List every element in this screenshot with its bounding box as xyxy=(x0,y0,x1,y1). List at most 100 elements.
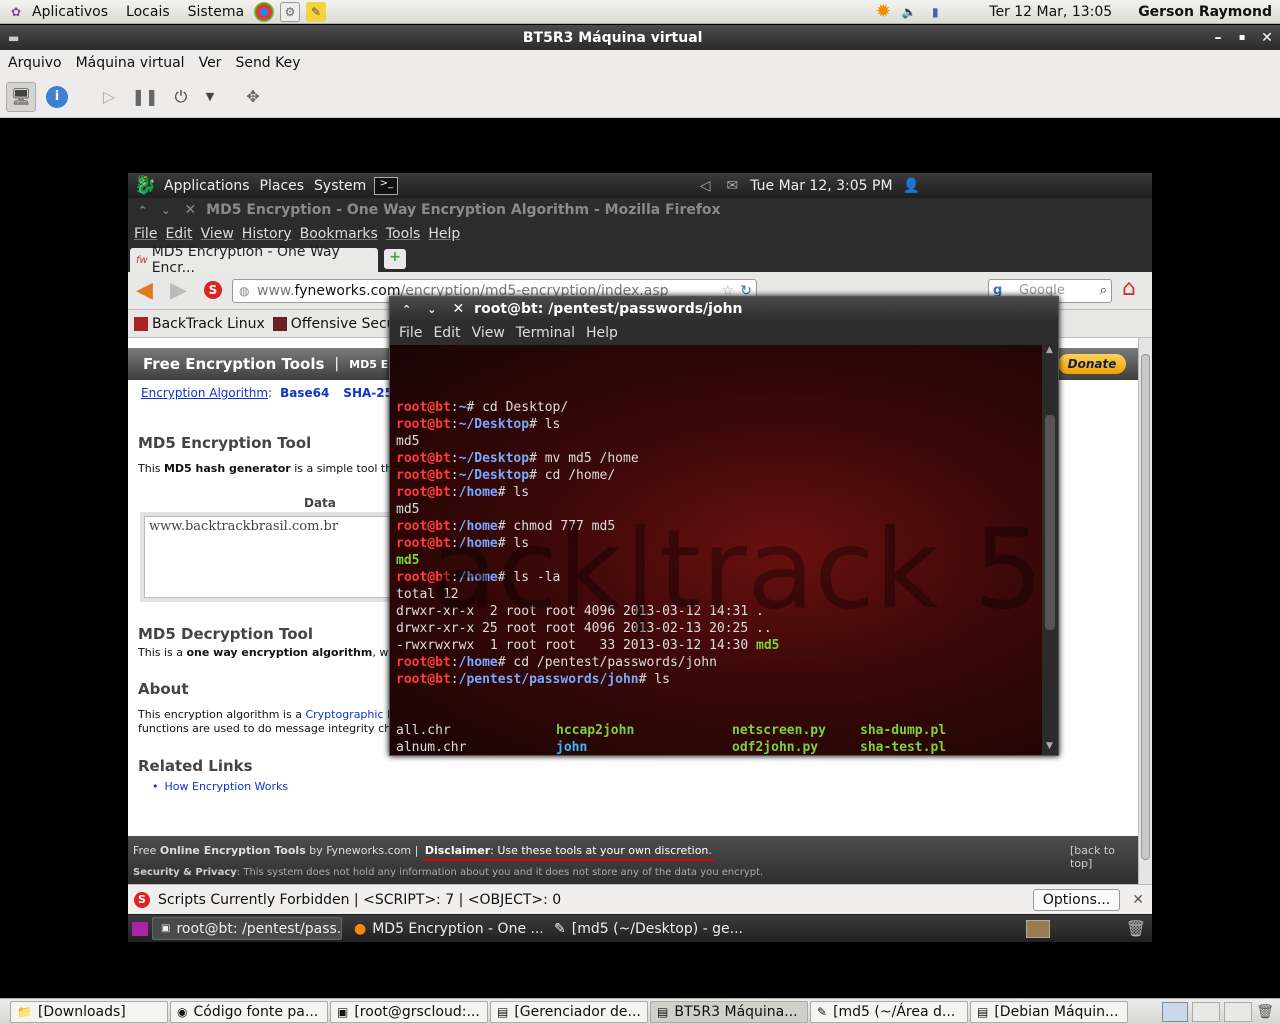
ff-menu-edit[interactable]: Edit xyxy=(165,226,192,242)
how-encryption-works-link[interactable]: How Encryption Works xyxy=(165,780,289,793)
vm-menu-sendkey[interactable]: Send Key xyxy=(235,55,300,71)
site-identity-icon[interactable]: ◍ xyxy=(239,280,249,302)
host-task-button[interactable]: ▣ [root@grscloud:... xyxy=(330,1000,488,1023)
ff-titlebar-down-icon[interactable]: ⌄ xyxy=(161,204,170,217)
donate-button[interactable]: Donate xyxy=(1058,354,1126,374)
home-icon[interactable]: ⌂ xyxy=(1122,276,1136,301)
noscript-close-icon[interactable]: ✕ xyxy=(1132,892,1144,908)
guest-menu-system[interactable]: System xyxy=(314,178,366,194)
ff-titlebar-up-icon[interactable]: ⌃ xyxy=(138,204,147,217)
host-trash-icon[interactable]: 🗑 xyxy=(1256,1004,1274,1020)
ff-menu-history[interactable]: History xyxy=(242,226,292,242)
host-task-button[interactable]: 📁 [Downloads] xyxy=(10,1000,168,1023)
terminal-scrollbar[interactable]: ▲ ▼ xyxy=(1042,345,1058,755)
network-launcher-icon[interactable]: ⚙ xyxy=(280,1,301,22)
host-task-button[interactable]: ▤ BT5R3 Máquina... xyxy=(650,1000,808,1023)
guest-user-icon[interactable]: 👤 xyxy=(903,178,920,194)
terminal-launcher-icon[interactable]: >_ xyxy=(374,176,399,195)
notes-launcher-icon[interactable]: ✎ xyxy=(306,1,327,22)
terminal-scrollbar-thumb[interactable] xyxy=(1045,415,1055,630)
site-title[interactable]: Free Encryption Tools xyxy=(143,355,324,373)
page-scrollbar[interactable] xyxy=(1138,338,1152,884)
command-text: # chmod 777 md5 xyxy=(497,519,616,534)
term-up-icon[interactable]: ⌃ xyxy=(402,303,411,316)
host-task-button[interactable]: ◉ Código fonte pa... xyxy=(170,1000,328,1023)
trash-icon[interactable]: 🗑 xyxy=(1126,919,1146,938)
run-icon[interactable]: ▷ xyxy=(94,82,124,112)
guest-menu-places[interactable]: Places xyxy=(260,178,305,194)
term-scroll-up-icon[interactable]: ▲ xyxy=(1046,345,1053,355)
term-menu-edit[interactable]: Edit xyxy=(433,325,460,341)
show-desktop-icon[interactable] xyxy=(132,921,148,936)
host-task-button[interactable]: ▤ [Gerenciador de... xyxy=(490,1000,648,1023)
vm-menu-maquina[interactable]: Máquina virtual xyxy=(76,55,185,71)
bookmark-backtrack-linux[interactable]: BackTrack Linux xyxy=(152,316,265,332)
ff-menu-help[interactable]: Help xyxy=(428,226,460,242)
forward-arrow-icon[interactable]: ▶ xyxy=(170,278,187,303)
term-menu-view[interactable]: View xyxy=(472,325,505,341)
term-menu-file[interactable]: File xyxy=(399,325,422,341)
host-workspace-3[interactable] xyxy=(1224,1001,1253,1022)
host-user-name[interactable]: Gerson Raymond xyxy=(1138,4,1272,20)
gnome-foot-icon[interactable]: ✿ xyxy=(6,2,26,22)
guest-task-gedit[interactable]: ✎ [md5 (~/Desktop) - ge... xyxy=(546,917,742,940)
backtrack-dragon-icon[interactable]: 🐉 xyxy=(134,175,158,197)
term-scroll-down-icon[interactable]: ▼ xyxy=(1046,741,1053,751)
guest-menu-applications[interactable]: Applications xyxy=(164,178,250,194)
fullscreen-icon[interactable]: ✥ xyxy=(238,82,268,112)
host-menu-applications[interactable]: Aplicativos xyxy=(32,4,108,20)
terminal-output[interactable]: ack|track 5r3 root@bt:~# cd Desktop/root… xyxy=(390,345,1042,755)
host-workspace-2[interactable] xyxy=(1192,1001,1221,1022)
new-tab-plus-icon[interactable]: + xyxy=(384,249,406,269)
guest-clock[interactable]: Tue Mar 12, 3:05 PM xyxy=(750,178,892,194)
search-icon[interactable]: ⌕ xyxy=(1100,280,1107,302)
host-task-button[interactable]: ▤ [Debian Máquin... xyxy=(970,1000,1128,1023)
volume-icon[interactable]: 🔈 xyxy=(899,2,919,22)
update-notifier-icon[interactable]: ✹ xyxy=(873,1,893,22)
footer-security: Security & Privacy: This system does not… xyxy=(133,867,763,878)
data-textarea[interactable]: www.backtrackbrasil.com.br xyxy=(144,516,396,598)
noscript-options-button[interactable]: Options... xyxy=(1032,888,1121,911)
chrome-launcher-icon[interactable] xyxy=(254,1,275,22)
guest-volume-icon[interactable]: ◁ xyxy=(700,178,711,194)
power-dropdown-chevron-icon[interactable]: ▼ xyxy=(202,82,218,112)
console-view-icon[interactable]: 🖥 xyxy=(6,81,36,112)
term-menu-terminal[interactable]: Terminal xyxy=(516,325,575,341)
ff-menu-view[interactable]: View xyxy=(201,226,234,242)
vm-menu-arquivo[interactable]: Arquivo xyxy=(8,55,62,71)
term-close-icon[interactable]: ✕ xyxy=(452,301,464,317)
ff-menu-file[interactable]: File xyxy=(134,226,157,242)
power-icon[interactable]: ⏻ xyxy=(166,82,196,112)
window-menu-icon[interactable]: ▬ xyxy=(8,31,19,45)
ff-menu-tools[interactable]: Tools xyxy=(386,226,421,242)
term-menu-help[interactable]: Help xyxy=(586,325,618,341)
details-info-icon[interactable]: i xyxy=(46,85,68,108)
network-signal-icon[interactable]: ▮ xyxy=(925,2,945,22)
ff-titlebar-close-icon[interactable]: ✕ xyxy=(184,202,196,218)
terminal-line: total 12 xyxy=(396,586,1042,603)
host-menu-system[interactable]: Sistema xyxy=(188,4,244,20)
host-clock[interactable]: Ter 12 Mar, 13:05 xyxy=(989,4,1112,20)
close-icon[interactable]: ✕ xyxy=(1254,30,1280,46)
back-to-top-link[interactable]: [back to top] xyxy=(1070,844,1138,870)
vm-menu-ver[interactable]: Ver xyxy=(199,55,222,71)
noscript-icon[interactable]: S xyxy=(204,281,222,299)
algorithm-nav-label[interactable]: Encryption Algorithm xyxy=(141,386,268,400)
host-menu-places[interactable]: Locais xyxy=(126,4,170,20)
maximize-icon[interactable]: ▪ xyxy=(1230,32,1254,43)
ff-menu-bookmarks[interactable]: Bookmarks xyxy=(300,226,378,242)
term-down-icon[interactable]: ⌄ xyxy=(427,303,436,316)
tab-md5-encryption[interactable]: fw MD5 Encryption - One Way Encr... xyxy=(130,244,378,276)
guest-mail-icon[interactable]: ✉ xyxy=(726,178,738,194)
guest-task-firefox[interactable]: ● MD5 Encryption - One ... xyxy=(346,917,542,940)
workspace-switcher[interactable] xyxy=(1025,919,1050,938)
pause-icon[interactable]: ❚❚ xyxy=(130,82,160,112)
algorithm-base64-link[interactable]: Base64 xyxy=(280,386,329,400)
back-arrow-icon[interactable]: ◀ xyxy=(136,278,153,303)
minimize-icon[interactable]: – xyxy=(1206,30,1230,46)
bookmark-offensive-security[interactable]: Offensive Secur xyxy=(291,316,402,332)
host-task-button[interactable]: ✎ [md5 (~/Área d... xyxy=(810,1000,968,1023)
guest-task-terminal[interactable]: ▣ root@bt: /pentest/pass... xyxy=(152,917,342,940)
host-workspace-switcher[interactable] xyxy=(1162,1001,1189,1022)
page-scrollbar-thumb[interactable] xyxy=(1141,354,1150,860)
